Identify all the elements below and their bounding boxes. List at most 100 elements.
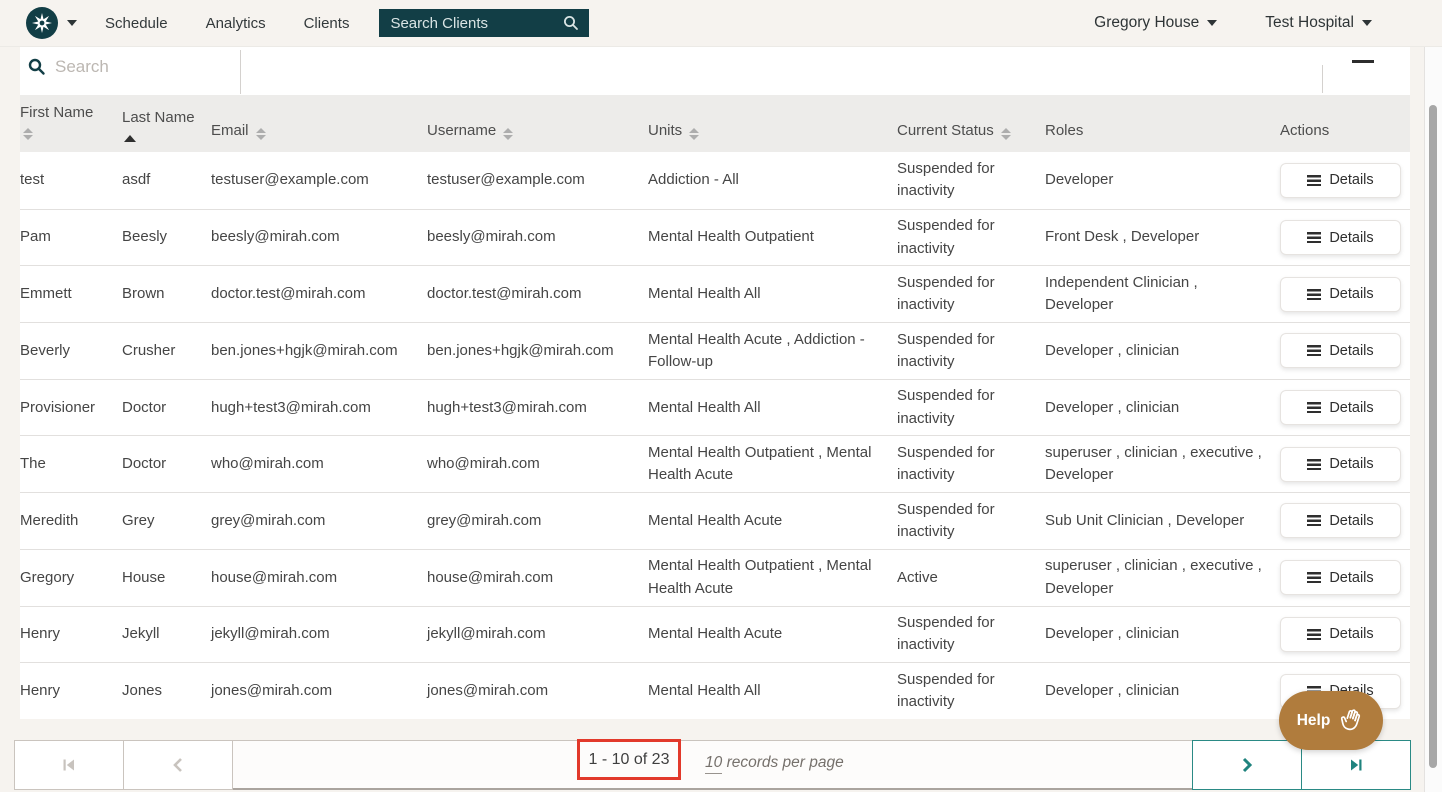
chevron-right-icon	[1240, 757, 1254, 773]
details-button[interactable]: Details	[1280, 390, 1401, 425]
client-search-input[interactable]	[379, 9, 589, 37]
table-toolbar	[20, 47, 1410, 95]
sort-icon	[503, 128, 513, 140]
records-per-page: 10 records per page	[705, 754, 844, 772]
cell-last: Beesly	[122, 210, 211, 266]
column-header-status[interactable]: Current Status	[897, 95, 1045, 152]
cell-actions: Details	[1280, 436, 1410, 492]
cell-units: Addiction - All	[648, 152, 897, 209]
vertical-scrollbar[interactable]	[1424, 47, 1442, 792]
pagination-range-label: 1 - 10 of 23	[589, 751, 670, 769]
cell-username: jones@mirah.com	[427, 663, 648, 719]
column-header-username[interactable]: Username	[427, 95, 648, 152]
cell-first: Pam	[20, 210, 122, 266]
list-icon	[1307, 232, 1321, 243]
cell-last: Jekyll	[122, 607, 211, 663]
sort-ascending-icon	[124, 135, 136, 142]
cell-email: grey@mirah.com	[211, 493, 427, 549]
cell-email: house@mirah.com	[211, 550, 427, 606]
column-menu-icon[interactable]	[1352, 60, 1374, 63]
list-icon	[1307, 629, 1321, 640]
table-row: PamBeeslybeesly@mirah.combeesly@mirah.co…	[20, 209, 1410, 266]
cell-roles: Developer , clinician	[1045, 663, 1280, 719]
first-page-icon	[61, 757, 77, 773]
cell-last: Brown	[122, 266, 211, 322]
user-menu[interactable]: Gregory House	[1094, 14, 1217, 32]
column-header-first[interactable]: First Name	[20, 95, 122, 152]
per-page-value[interactable]: 10	[705, 754, 722, 774]
cell-actions: Details	[1280, 550, 1410, 606]
table-row: BeverlyCrusherben.jones+hgjk@mirah.combe…	[20, 322, 1410, 379]
hospital-menu[interactable]: Test Hospital	[1265, 14, 1372, 32]
cell-last: Grey	[122, 493, 211, 549]
cell-roles: Developer , clinician	[1045, 323, 1280, 379]
cell-status: Suspended for inactivity	[897, 210, 1045, 266]
table-header-row: First NameLast NameEmailUsernameUnitsCur…	[20, 95, 1410, 152]
per-page-suffix: records per page	[727, 754, 844, 771]
app-logo-menu[interactable]	[26, 7, 77, 39]
list-icon	[1307, 515, 1321, 526]
column-header-units[interactable]: Units	[648, 95, 897, 152]
scrollbar-thumb[interactable]	[1429, 105, 1437, 768]
cell-roles: Developer , clinician	[1045, 380, 1280, 436]
cell-actions: Details	[1280, 152, 1410, 209]
users-table-card: First NameLast NameEmailUsernameUnitsCur…	[20, 47, 1410, 719]
cell-actions: Details	[1280, 607, 1410, 663]
cell-email: beesly@mirah.com	[211, 210, 427, 266]
cell-roles: Sub Unit Clinician , Developer	[1045, 493, 1280, 549]
cell-first: Provisioner	[20, 380, 122, 436]
list-icon	[1307, 175, 1321, 186]
help-button[interactable]: Help	[1279, 691, 1383, 750]
cell-username: jekyll@mirah.com	[427, 607, 648, 663]
details-button[interactable]: Details	[1280, 333, 1401, 368]
column-header-last[interactable]: Last Name	[122, 95, 211, 152]
cell-username: grey@mirah.com	[427, 493, 648, 549]
details-label: Details	[1329, 456, 1373, 472]
first-page-button[interactable]	[14, 740, 124, 790]
column-label: Roles	[1045, 120, 1083, 142]
table-body: testasdftestuser@example.comtestuser@exa…	[20, 152, 1410, 719]
range-annotation-box: 1 - 10 of 23	[577, 739, 681, 780]
sort-icon	[1001, 128, 1011, 140]
table-search-input[interactable]	[55, 57, 225, 77]
cell-actions: Details	[1280, 380, 1410, 436]
details-button[interactable]: Details	[1280, 560, 1401, 595]
cell-status: Suspended for inactivity	[897, 493, 1045, 549]
table-row: GregoryHousehouse@mirah.comhouse@mirah.c…	[20, 549, 1410, 606]
client-search-box	[379, 9, 589, 37]
details-button[interactable]: Details	[1280, 220, 1401, 255]
details-label: Details	[1329, 172, 1373, 188]
waving-hand-icon	[1335, 703, 1369, 737]
details-button[interactable]: Details	[1280, 617, 1401, 652]
details-button[interactable]: Details	[1280, 503, 1401, 538]
cell-units: Mental Health All	[648, 266, 897, 322]
cell-last: House	[122, 550, 211, 606]
details-button[interactable]: Details	[1280, 163, 1401, 198]
nav-item-clients[interactable]: Clients	[304, 15, 350, 32]
cell-units: Mental Health All	[648, 380, 897, 436]
cell-email: who@mirah.com	[211, 436, 427, 492]
cell-units: Mental Health Outpatient , Mental Health…	[648, 550, 897, 606]
sort-icon	[689, 128, 699, 140]
toolbar-divider	[240, 50, 241, 94]
list-icon	[1307, 402, 1321, 413]
list-icon	[1307, 459, 1321, 470]
details-button[interactable]: Details	[1280, 277, 1401, 312]
cell-email: hugh+test3@mirah.com	[211, 380, 427, 436]
next-page-button[interactable]	[1192, 740, 1302, 790]
nav-item-schedule[interactable]: Schedule	[105, 15, 168, 32]
cell-roles: Developer , clinician	[1045, 607, 1280, 663]
previous-page-button[interactable]	[123, 740, 233, 790]
sort-icon	[23, 128, 33, 140]
details-label: Details	[1329, 513, 1373, 529]
cell-email: jekyll@mirah.com	[211, 607, 427, 663]
cell-username: who@mirah.com	[427, 436, 648, 492]
column-header-email[interactable]: Email	[211, 95, 427, 152]
cell-email: doctor.test@mirah.com	[211, 266, 427, 322]
toolbar-divider	[1322, 65, 1323, 93]
details-button[interactable]: Details	[1280, 447, 1401, 482]
nav-item-analytics[interactable]: Analytics	[206, 15, 266, 32]
details-label: Details	[1329, 286, 1373, 302]
cell-last: Jones	[122, 663, 211, 719]
table-search-icon	[28, 58, 46, 76]
